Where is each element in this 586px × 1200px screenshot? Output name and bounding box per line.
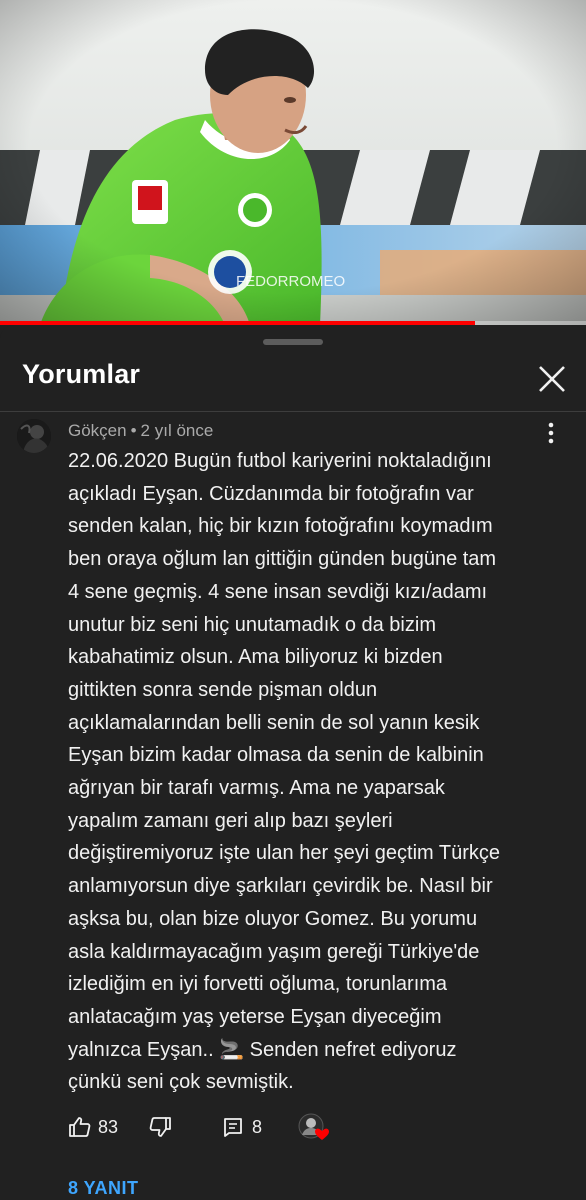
video-frame: FEDORROMEO	[0, 0, 586, 325]
header-divider	[0, 411, 586, 412]
comment-line: aşksa bu, olan bize oluyor Gomez. Bu yor…	[68, 907, 478, 930]
like-count: 83	[98, 1116, 119, 1137]
comment-icon	[224, 1118, 242, 1137]
comments-title: Yorumlar	[22, 359, 141, 389]
header-separator: •	[130, 421, 137, 440]
comment-line: gittikten sonra sende pişman oldun	[68, 678, 378, 701]
reply-button[interactable]: 8	[222, 1112, 262, 1142]
thumbs-up-icon	[69, 1117, 91, 1137]
comment-line: açıkladı Eyşan. Cüzdanımda bir fotoğrafı…	[68, 482, 474, 505]
comment-line: anlamıyorsun diye şarkıları çevirdik be.…	[68, 875, 493, 898]
comment-line: ben oraya oğlum lan gittiğin günden bugü…	[68, 548, 497, 571]
more-vert-icon	[548, 422, 554, 444]
comment-line: ağrıyan bir tarafı varmış. Ama ne yapars…	[68, 777, 445, 800]
comment-line: yapalım zamanı geri alıp bazı şeyleri	[68, 809, 393, 832]
close-icon	[539, 366, 565, 392]
comment-line: Eyşan bizim kadar olmasa da senin de kal…	[68, 744, 484, 767]
video-watermark: FEDORROMEO	[236, 273, 345, 290]
video-player[interactable]: FEDORROMEO	[0, 0, 586, 325]
comment-line: değiştiremiyoruz işte ulan her şeyi geçt…	[68, 842, 501, 865]
comment-header: Gökçen • 2 yıl önce	[68, 421, 213, 441]
comment-author-name[interactable]: Gökçen	[68, 421, 127, 440]
heart-icon	[298, 1113, 329, 1140]
creator-heart-badge	[298, 1113, 332, 1143]
view-replies-button[interactable]: 8 YANIT	[68, 1178, 139, 1199]
comment-line: 4 sene geçmiş. 4 sene insan sevdiği kızı…	[68, 580, 488, 603]
comment-text: 22.06.2020 Bugün futbol kariyerini nokta…	[68, 445, 568, 1099]
comment-timestamp: 2 yıl önce	[140, 421, 214, 440]
comment-line: unutur biz seni hiç unutamadık o da bizi…	[68, 613, 436, 636]
comment-menu-button[interactable]	[540, 420, 562, 446]
comment-line: asla kaldırmayacağım yaşım gereği Türkiy…	[68, 940, 480, 963]
reply-count: 8	[252, 1116, 263, 1137]
comment-line: senden kalan, hiç bir kızın fotoğrafını …	[68, 515, 493, 538]
comment-author-avatar[interactable]	[17, 419, 51, 453]
comment-line: kabahatimiz olsun. Ama biliyoruz ki bizd…	[68, 646, 443, 669]
avatar-image	[17, 419, 51, 453]
thumbs-down-icon	[149, 1117, 171, 1137]
close-button[interactable]	[532, 359, 572, 399]
dislike-button[interactable]	[148, 1112, 172, 1142]
comment-line: anlatacağım yaş yeterse Eyşan diyeceğim	[68, 1005, 442, 1028]
comment-line: açıklamalarından belli senin de sol yanı…	[68, 711, 480, 734]
comment-line: çünkü seni çok sevmiştik.	[68, 1071, 294, 1094]
comment-line: yalnızca Eyşan.. 🚬 Senden nefret ediyoru…	[68, 1038, 457, 1061]
like-button[interactable]: 83	[68, 1112, 118, 1142]
screen: FEDORROMEO Yorumlar Gökçen•2 yıl önce	[0, 0, 586, 1200]
drag-handle[interactable]	[263, 339, 323, 345]
comment-line: 22.06.2020 Bugün futbol kariyerini nokta…	[68, 450, 492, 472]
comment-line: izlediğim en iyi forvetti oğluma, torunl…	[68, 973, 448, 996]
